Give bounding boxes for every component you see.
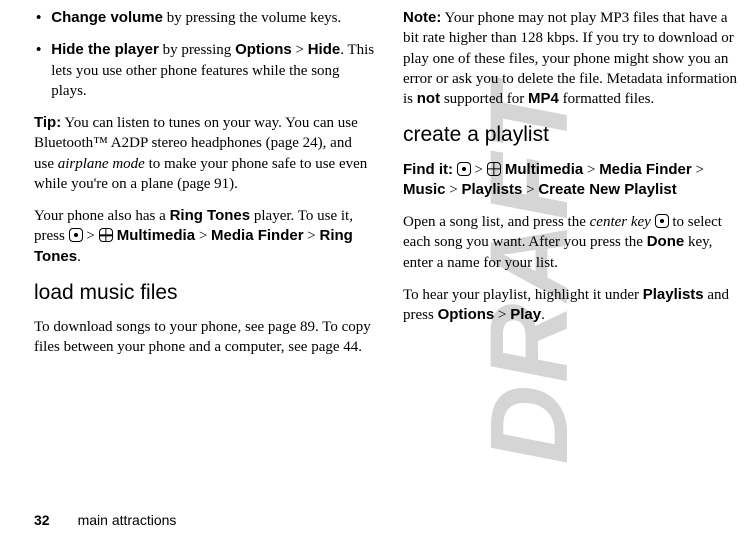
multimedia: Multimedia [501,161,584,178]
gt3: > [304,228,320,244]
gt-c: > [692,162,704,178]
center-key-italic: center key [590,214,651,230]
multimedia: Multimedia [113,227,196,244]
load-music-paragraph: To download songs to your phone, see pag… [34,317,375,358]
media-finder: Media Finder [599,161,692,178]
mid: by pressing [159,42,235,58]
play-label: Play [510,306,541,323]
open-paragraph: Open a song list, and press the center k… [403,212,744,273]
music: Music [403,181,446,198]
bullet-change-volume: • Change volume by pressing the volume k… [34,8,375,28]
gt2: > [195,228,211,244]
options-label: Options [235,41,292,58]
hide-label: Hide [308,41,341,58]
bold-lead: Change volume [51,9,163,26]
gt-a: > [471,162,487,178]
bullet-text: Hide the player by pressing Options > Hi… [51,40,375,101]
done-key: Done [647,233,685,250]
bullet-dot-icon: • [36,8,41,28]
section-name: main attractions [78,512,177,528]
page-footer: 32 main attractions [34,511,176,530]
right-column: Note: Your phone may not play MP3 files … [403,8,744,370]
note-p2: supported for [440,91,528,107]
ring-tones: Ring Tones [170,207,251,224]
page-columns: • Change volume by pressing the volume k… [34,8,744,370]
note-p3: formatted files. [559,91,654,107]
center-key-icon [69,228,83,242]
period: . [77,249,81,265]
center-key-icon [655,214,669,228]
findit-label: Find it: [403,161,453,178]
create-new-playlist: Create New Playlist [538,181,676,198]
rest-text: by pressing the volume keys. [163,10,341,26]
note-paragraph: Note: Your phone may not play MP3 files … [403,8,744,109]
p1: Your phone also has a [34,208,170,224]
options-label: Options [438,306,495,323]
center-key-icon [457,162,471,176]
tip-label: Tip: [34,114,61,131]
bullet-text: Change volume by pressing the volume key… [51,8,375,28]
bold-lead: Hide the player [51,41,159,58]
gt-d: > [446,182,462,198]
findit-paragraph: Find it: > Multimedia > Media Finder > M… [403,160,744,201]
playlists: Playlists [461,181,522,198]
note-label: Note: [403,9,441,26]
hear-p1: To hear your playlist, highlight it unde… [403,287,643,303]
playlists-label: Playlists [643,286,704,303]
open-p1: Open a song list, and press the [403,214,590,230]
gt-e: > [522,182,538,198]
hear-paragraph: To hear your playlist, highlight it unde… [403,285,744,326]
ringtones-paragraph: Your phone also has a Ring Tones player.… [34,206,375,267]
airplane-mode: airplane mode [58,156,145,172]
period: . [541,307,545,323]
menu-icon [487,162,501,176]
gt1: > [83,228,99,244]
page-number: 32 [34,512,50,528]
gt-b: > [583,162,599,178]
heading-load-music: load music files [34,279,375,307]
media-finder: Media Finder [211,227,304,244]
heading-create-playlist: create a playlist [403,121,744,149]
left-column: • Change volume by pressing the volume k… [34,8,375,370]
gt: > [292,42,308,58]
menu-icon [99,228,113,242]
tip-paragraph: Tip: You can listen to tunes on your way… [34,113,375,194]
bullet-hide-player: • Hide the player by pressing Options > … [34,40,375,101]
not-bold: not [417,90,440,107]
bullet-dot-icon: • [36,40,41,60]
mp4-bold: MP4 [528,90,559,107]
gt-play: > [494,307,510,323]
